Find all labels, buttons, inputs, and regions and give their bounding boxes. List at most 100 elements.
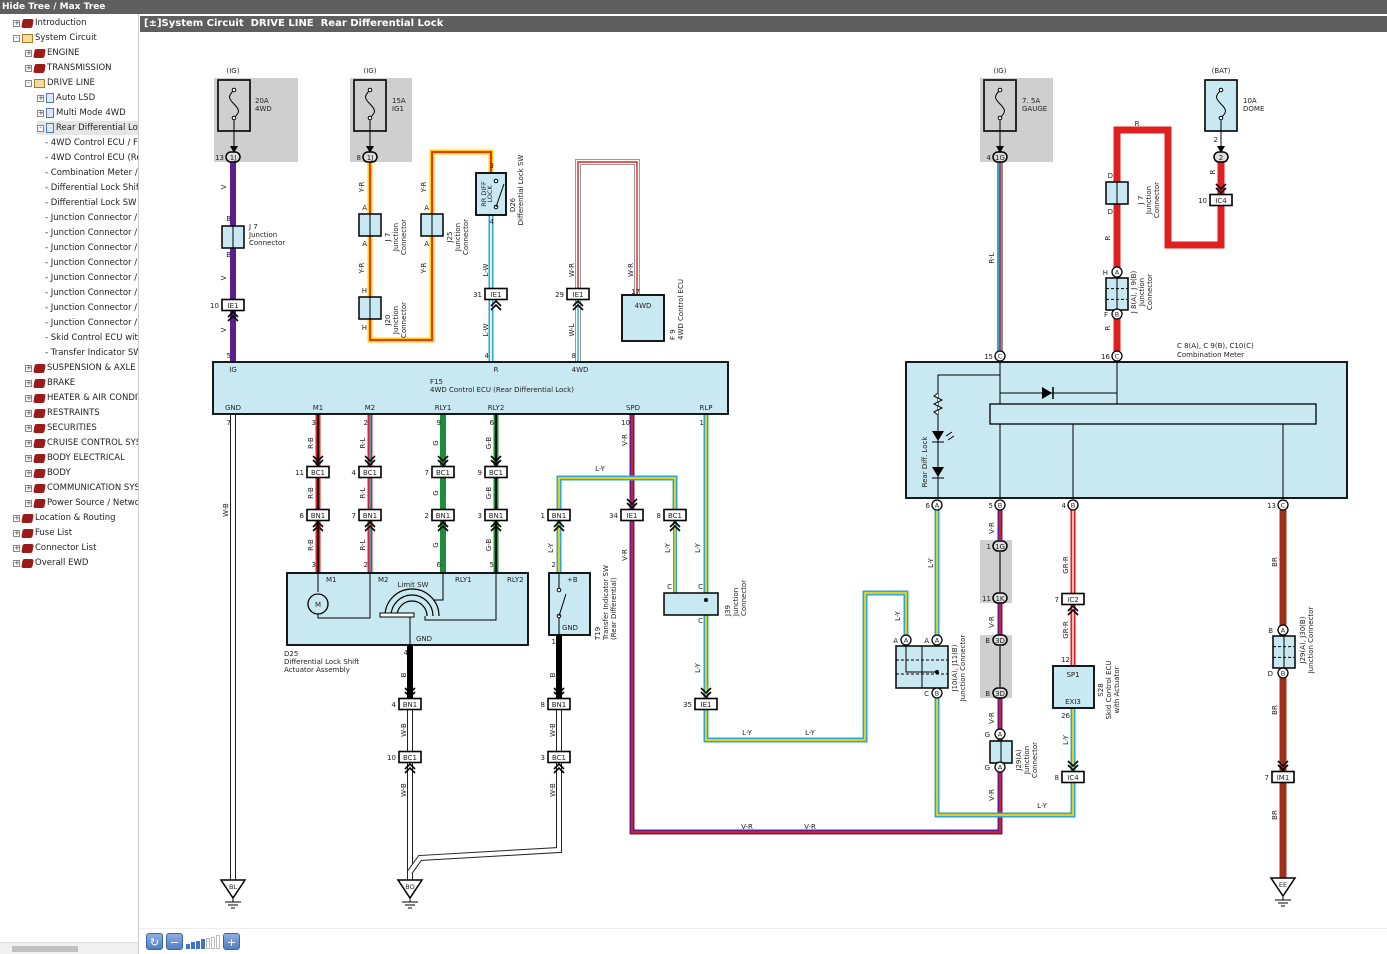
pin-number: 10: [387, 754, 396, 762]
tree-item[interactable]: + Multi Mode 4WD: [37, 106, 126, 120]
zoom-step[interactable]: [206, 937, 210, 949]
zoom-level-slider[interactable]: [186, 935, 220, 949]
hide-tree-max-tree-link[interactable]: Hide Tree / Max Tree: [2, 2, 105, 12]
pin-number: 11: [982, 595, 991, 603]
wire-color-code: L-W: [482, 323, 490, 336]
expand-icon[interactable]: +: [25, 379, 32, 387]
collapse-icon[interactable]: -: [25, 79, 32, 87]
tree-item[interactable]: + RESTRAINTS: [25, 406, 100, 420]
wire-color-code: L-Y: [894, 610, 902, 620]
collapse-icon[interactable]: -: [37, 124, 44, 132]
tree-item[interactable]: - Junction Connector / J39: [45, 316, 138, 330]
diagram-label: T19: [594, 627, 602, 641]
expand-icon[interactable]: +: [25, 364, 32, 372]
tree-item[interactable]: - Differential Lock SW / D26: [45, 196, 138, 210]
tree-item[interactable]: - 4WD Control ECU (Rear Differential Loc…: [45, 151, 138, 165]
tree-item[interactable]: + CRUISE CONTROL SYSTEM: [25, 436, 138, 450]
zoom-step[interactable]: [211, 936, 215, 949]
fuse-rating: 15A: [392, 97, 406, 105]
horizontal-scrollbar[interactable]: [0, 942, 138, 954]
tree-item[interactable]: + Auto LSD: [37, 91, 95, 105]
tree-item[interactable]: + Introduction: [13, 16, 86, 30]
zoom-step[interactable]: [216, 935, 220, 949]
expand-icon[interactable]: +: [37, 109, 44, 117]
tree-item[interactable]: + TRANSMISSION: [25, 61, 112, 75]
tree-item[interactable]: + SUSPENSION & AXLE: [25, 361, 136, 375]
tree-item[interactable]: - Combination Meter / C8: [45, 166, 138, 180]
tree-item[interactable]: - Junction Connector / J7: [45, 211, 138, 225]
tree-item[interactable]: - Junction Connector / J29: [45, 286, 138, 300]
zoom-out-icon[interactable]: −: [166, 933, 183, 950]
tree-item[interactable]: - 4WD Control ECU / F9: [45, 136, 138, 150]
connector-id: IE1: [701, 701, 712, 709]
wire-color-code: R-L: [359, 539, 367, 550]
expand-icon[interactable]: +: [25, 499, 32, 507]
expand-icon[interactable]: +: [25, 454, 32, 462]
tree-item[interactable]: - System Circuit: [13, 31, 97, 45]
expand-icon[interactable]: +: [25, 394, 32, 402]
zoom-step[interactable]: [186, 943, 190, 949]
tree-item[interactable]: + HEATER & AIR CONDITIONER: [25, 391, 138, 405]
scrollbar-thumb[interactable]: [12, 946, 78, 952]
expand-icon[interactable]: +: [13, 559, 20, 567]
tree-item[interactable]: + Power Source / Network: [25, 496, 138, 510]
tree-item[interactable]: + COMMUNICATION SYSTEM: [25, 481, 138, 495]
wire: [703, 414, 909, 743]
tree-item-label: - Differential Lock Shift Actuator: [45, 183, 139, 193]
tree-item[interactable]: - Rear Differential Lock: [37, 121, 138, 135]
connector-id: 1J: [230, 154, 237, 162]
diagram-label: J20: [384, 315, 392, 327]
tree-item[interactable]: - DRIVE LINE: [25, 76, 95, 90]
tree-item[interactable]: + Connector List: [13, 541, 96, 555]
wire-color-code: L-W: [482, 263, 490, 276]
tree-item[interactable]: + SECURITIES: [25, 421, 97, 435]
tree-item[interactable]: + Location & Routing: [13, 511, 116, 525]
tree-item[interactable]: + BODY: [25, 466, 71, 480]
expand-icon[interactable]: +: [25, 49, 32, 57]
book-closed-icon: [33, 438, 46, 448]
terminal-label: R: [494, 366, 499, 374]
tree-item[interactable]: - Junction Connector / J20: [45, 256, 138, 270]
expand-icon[interactable]: +: [25, 64, 32, 72]
tree-item-label: - Junction Connector / J8: [45, 228, 139, 238]
refresh-icon[interactable]: ↻: [146, 933, 163, 950]
expand-icon[interactable]: +: [13, 544, 20, 552]
pin-number: 8: [572, 352, 576, 360]
pin-number: 8: [657, 512, 661, 520]
expand-icon[interactable]: +: [13, 19, 20, 27]
pin-number: 3: [490, 162, 494, 170]
tree-item[interactable]: + BODY ELECTRICAL: [25, 451, 125, 465]
zoom-step[interactable]: [201, 939, 205, 949]
zoom-step[interactable]: [196, 940, 200, 949]
tree-toggle-bar[interactable]: Hide Tree / Max Tree: [0, 0, 1387, 14]
zoom-step[interactable]: [191, 942, 195, 949]
tree-item[interactable]: + ENGINE: [25, 46, 80, 60]
expand-icon[interactable]: +: [25, 424, 32, 432]
collapse-icon[interactable]: -: [13, 34, 20, 42]
tree-item[interactable]: + BRAKE: [25, 376, 75, 390]
expand-icon[interactable]: +: [37, 94, 44, 102]
expand-icon[interactable]: +: [25, 469, 32, 477]
diagram-label: Junction: [454, 223, 462, 252]
tree-item[interactable]: - Transfer Indicator SW: [45, 346, 138, 360]
expand-icon[interactable]: +: [25, 439, 32, 447]
tree-item[interactable]: - Junction Connector / J8: [45, 226, 139, 240]
expand-icon[interactable]: +: [25, 409, 32, 417]
expand-icon[interactable]: +: [13, 529, 20, 537]
expand-icon[interactable]: +: [25, 484, 32, 492]
tree-item[interactable]: - Junction Connector / J10: [45, 241, 138, 255]
connector-id: IM1: [1277, 774, 1290, 782]
tree-item[interactable]: - Junction Connector / J25: [45, 271, 138, 285]
tree-item[interactable]: + Overall EWD: [13, 556, 88, 570]
expand-icon[interactable]: +: [13, 514, 20, 522]
terminal-label: GND: [225, 404, 241, 412]
tree-item[interactable]: - Differential Lock Shift Actuator: [45, 181, 139, 195]
tree-item[interactable]: - Skid Control ECU with Actuator: [45, 331, 138, 345]
tree-item[interactable]: - Junction Connector / J30: [45, 301, 138, 315]
pin-number: 3: [312, 561, 316, 569]
zoom-in-icon[interactable]: +: [223, 933, 240, 950]
pin-number: 3: [478, 512, 482, 520]
diagram-label: EXI3: [1065, 698, 1081, 706]
tree-item[interactable]: + Fuse List: [13, 526, 72, 540]
pin-number: 13: [215, 154, 224, 162]
